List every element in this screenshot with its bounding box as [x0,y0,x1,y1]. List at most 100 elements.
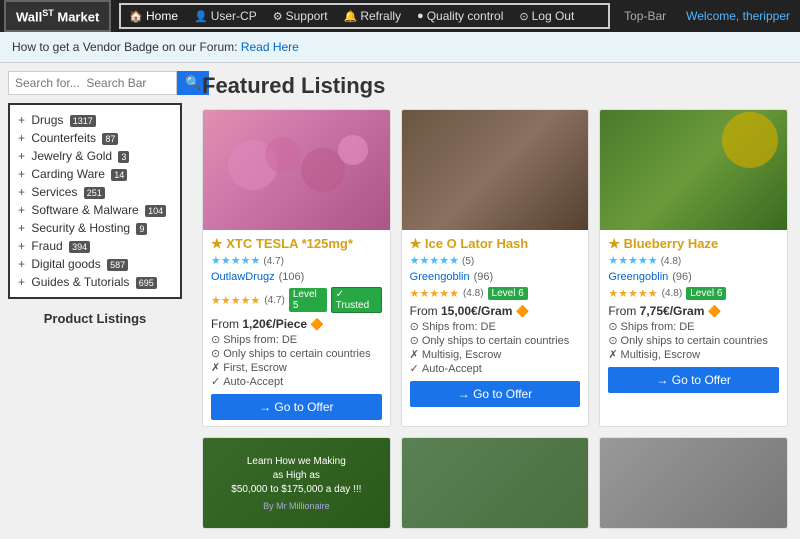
go-offer-btn-ice[interactable]: → Go to Offer [410,381,581,407]
welcome-message: Welcome, theripper [676,9,800,23]
nav-user-cp[interactable]: 👤 User-CP [186,5,265,27]
level-badge-ice: Level 6 [488,287,528,300]
cat-plus-icon: + [18,167,25,181]
category-security[interactable]: + Security & Hosting 9 [18,219,172,237]
search-input[interactable] [8,71,177,95]
vendor-banner: How to get a Vendor Badge on our Forum: … [0,32,800,63]
category-list: + Drugs 1317 + Counterfeits 87 + Jewelry… [8,103,182,299]
category-guides[interactable]: + Guides & Tutorials 695 [18,273,172,291]
star-row-blueberry: ★★★★★ (4.8) [608,254,779,267]
detail2-xtc: ✗ First, Escrow [211,361,382,374]
level-badge-xtc: Level 5 [289,288,327,312]
nav-menu: 🏠 Home 👤 User-CP ⚙ Support 🔔 Refrally ● … [119,3,610,29]
product-image-blueberry [600,110,787,230]
cat-plus-icon: + [18,257,25,271]
product-image-ice [402,110,589,230]
price-row-blueberry: From 7,75€/Gram 🔶 [608,304,779,318]
ships-xtc: ⊙ Ships from: DE [211,333,382,346]
detail1-ice: ⊙ Only ships to certain countries [410,334,581,347]
level-badge-blueberry: Level 6 [686,287,726,300]
ships-blueberry: ⊙ Ships from: DE [608,320,779,333]
category-carding[interactable]: + Carding Ware 14 [18,165,172,183]
product-card-ice-o-lator: ★ Ice O Lator Hash ★★★★★ (5) Greengoblin… [401,109,590,427]
quality-icon: ● [417,10,424,22]
product-card-bottom-3 [599,437,788,529]
nav-support[interactable]: ⚙ Support [265,5,336,27]
product-card-banner-ad: Learn How we Makingas High as$50,000 to … [202,437,391,529]
seller-name-ice[interactable]: Greengoblin [410,271,470,283]
product-image-xtc [203,110,390,230]
logo-sup: ST [42,8,54,18]
banner-ad-sub: By Mr Millionaire [263,501,330,511]
logout-icon: ⊙ [519,10,528,23]
category-jewelry[interactable]: + Jewelry & Gold 3 [18,147,172,165]
nav-refrally[interactable]: 🔔 Refrally [336,5,409,27]
star-row-ice: ★★★★★ (5) [410,254,581,267]
user-icon: 👤 [194,10,208,23]
banner-ad-text: Learn How we Makingas High as$50,000 to … [231,455,361,497]
nav-quality-control[interactable]: ● Quality control [409,5,511,27]
product-body-ice: ★ Ice O Lator Hash ★★★★★ (5) Greengoblin… [402,230,589,413]
support-icon: ⚙ [273,10,283,23]
detail2-blueberry: ✗ Multisig, Escrow [608,348,779,361]
product-body-blueberry: ★ Blueberry Haze ★★★★★ (4.8) Greengoblin… [600,230,787,399]
product-title-xtc[interactable]: ★ XTC TESLA *125mg* [211,236,382,252]
cat-plus-icon: + [18,113,25,127]
product-body-xtc: ★ XTC TESLA *125mg* ★★★★★ (4.7) OutlawDr… [203,230,390,426]
detail1-blueberry: ⊙ Only ships to certain countries [608,334,779,347]
category-counterfeits[interactable]: + Counterfeits 87 [18,129,172,147]
product-grid: ★ XTC TESLA *125mg* ★★★★★ (4.7) OutlawDr… [202,109,788,529]
vendor-badge-link[interactable]: Read Here [241,40,299,54]
main-layout: 🔍 + Drugs 1317 + Counterfeits 87 + Jewel… [0,63,800,539]
detail1-xtc: ⊙ Only ships to certain countries [211,347,382,360]
go-offer-btn-xtc[interactable]: → Go to Offer [211,394,382,420]
cat-plus-icon: + [18,239,25,253]
star-row-xtc: ★★★★★ (4.7) [211,254,382,267]
cat-plus-icon: + [18,221,25,235]
cat-plus-icon: + [18,275,25,289]
main-content: Featured Listings ★ XTC TESLA *125mg* [190,63,800,539]
detail2-ice: ✗ Multisig, Escrow [410,348,581,361]
refrally-icon: 🔔 [344,10,358,23]
seller-name-blueberry[interactable]: Greengoblin [608,271,668,283]
cat-plus-icon: + [18,185,25,199]
trusted-badge-xtc: ✓ Trusted [331,287,382,313]
nav-home[interactable]: 🏠 Home [121,5,186,27]
product-card-blueberry: ★ Blueberry Haze ★★★★★ (4.8) Greengoblin… [599,109,788,427]
bottom-card-3-image [600,438,787,528]
cat-plus-icon: + [18,203,25,217]
product-title-ice[interactable]: ★ Ice O Lator Hash [410,236,581,252]
category-software[interactable]: + Software & Malware 104 [18,201,172,219]
featured-title: Featured Listings [202,73,788,99]
product-listings-label: Product Listings [8,307,182,330]
detail3-xtc: ✓ Auto-Accept [211,375,382,388]
cat-plus-icon: + [18,131,25,145]
price-icon-xtc: 🔶 [310,319,324,331]
sidebar: 🔍 + Drugs 1317 + Counterfeits 87 + Jewel… [0,63,190,539]
seller-row-xtc: OutlawDrugz (106) [211,271,382,283]
price-row-ice: From 15,00€/Gram 🔶 [410,304,581,318]
top-bar: WallST Market 🏠 Home 👤 User-CP ⚙ Support… [0,0,800,32]
category-fraud[interactable]: + Fraud 394 [18,237,172,255]
price-row-xtc: From 1,20€/Piece 🔶 [211,317,382,331]
category-drugs[interactable]: + Drugs 1317 [18,111,172,129]
nav-logout[interactable]: ⊙ Log Out [511,5,582,27]
top-bar-label: Top-Bar [614,9,676,23]
category-digital[interactable]: + Digital goods 587 [18,255,172,273]
product-title-blueberry[interactable]: ★ Blueberry Haze [608,236,779,252]
banner-ad-image: Learn How we Makingas High as$50,000 to … [203,438,390,528]
seller-stars-xtc: ★★★★★ [211,294,260,307]
site-logo[interactable]: WallST Market [4,0,111,32]
stars-xtc: ★★★★★ [211,255,260,267]
go-offer-btn-blueberry[interactable]: → Go to Offer [608,367,779,393]
ships-ice: ⊙ Ships from: DE [410,320,581,333]
home-icon: 🏠 [129,10,143,23]
category-services[interactable]: + Services 251 [18,183,172,201]
seller-name-xtc[interactable]: OutlawDrugz [211,271,275,283]
username: theripper [743,9,790,23]
seller-row-ice: Greengoblin (96) [410,271,581,283]
product-card-xtc-tesla: ★ XTC TESLA *125mg* ★★★★★ (4.7) OutlawDr… [202,109,391,427]
cat-plus-icon: + [18,149,25,163]
seller-row-blueberry: Greengoblin (96) [608,271,779,283]
detail3-ice: ✓ Auto-Accept [410,362,581,375]
